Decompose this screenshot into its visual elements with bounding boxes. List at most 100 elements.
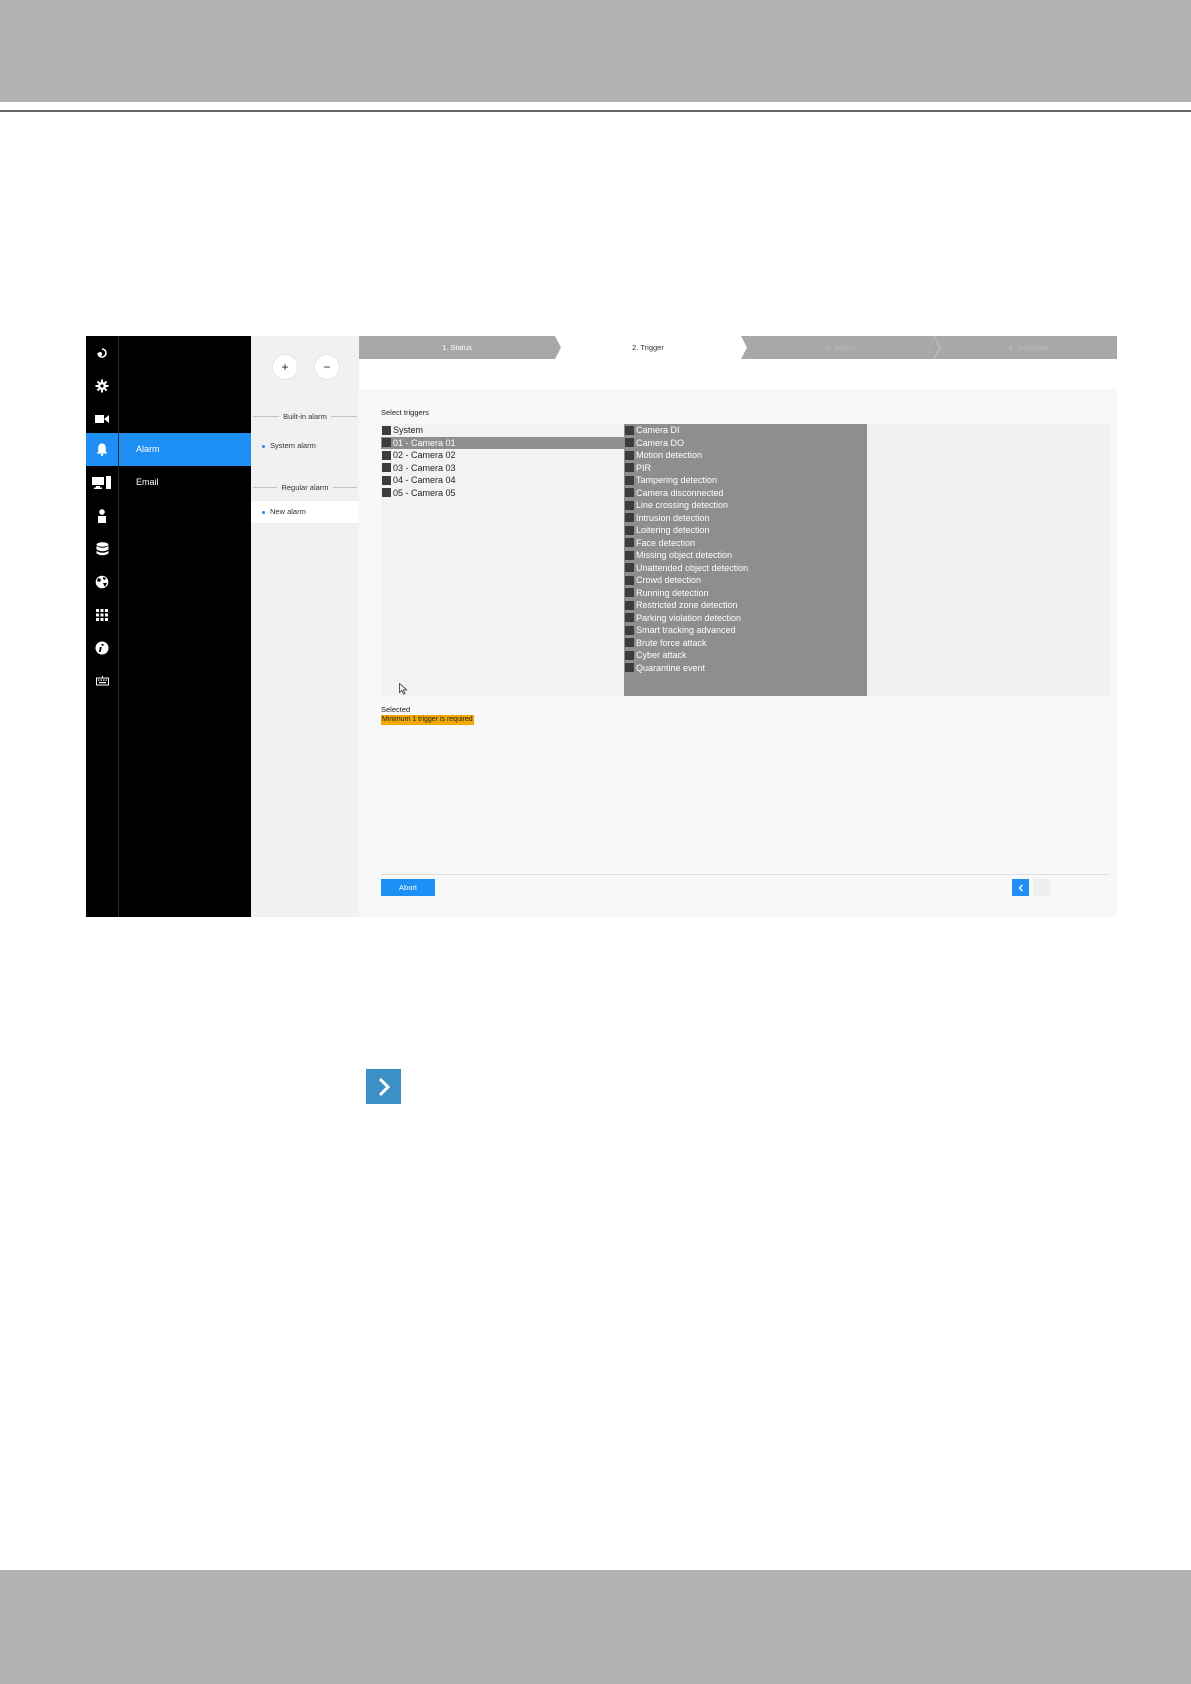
source-item-camera-04[interactable]: 04 - Camera 04 [381,474,624,486]
source-item-camera-05[interactable]: 05 - Camera 05 [381,487,624,499]
trigger-editor: 1. Status 2. Trigger 3. Action 4. Schedu… [359,336,1117,917]
event-label: Unattended object detection [636,562,749,573]
checkbox[interactable] [625,463,634,472]
bullet-icon [262,444,265,448]
logo-icon[interactable] [86,336,118,369]
checkbox[interactable] [625,550,634,560]
checkbox[interactable] [625,613,634,622]
app-screenshot: Alarm Email + − Built-in alarm System al… [86,336,1117,917]
event-item[interactable]: Loitering detection [624,524,867,536]
source-label: 05 - Camera 05 [393,487,456,498]
trigger-detail-panel [867,424,1110,696]
alarm-item-system[interactable]: System alarm [251,435,359,457]
builtin-alarm-title: Built-in alarm [283,411,327,421]
event-item[interactable]: Missing object detection [624,549,867,561]
event-item[interactable]: Camera disconnected [624,487,867,499]
monitor-icon[interactable] [86,466,118,499]
header-divider [0,110,1191,112]
checkbox[interactable] [382,475,391,485]
next-step-button[interactable] [1033,879,1050,896]
checkbox[interactable] [625,500,634,510]
checkbox[interactable] [382,450,391,460]
wizard-step-status[interactable]: 1. Status [359,336,555,359]
source-label: 02 - Camera 02 [393,450,456,460]
trigger-required-warning: Minimum 1 trigger is required [381,715,474,725]
footer-divider [381,874,1110,875]
checkbox[interactable] [382,463,391,472]
menu-item-alarm[interactable]: Alarm [119,433,251,466]
event-item[interactable]: Tampering detection [624,474,867,486]
checkbox[interactable] [625,450,634,460]
info-icon[interactable] [86,631,118,664]
event-item[interactable]: Quarantine event [624,662,867,674]
checkbox[interactable] [382,488,391,497]
event-item[interactable]: Running detection [624,587,867,599]
abort-button[interactable]: Abort [381,879,435,896]
checkbox[interactable] [625,563,634,572]
source-item-camera-02[interactable]: 02 - Camera 02 [381,449,624,461]
alarm-item-new[interactable]: New alarm [251,501,359,523]
checkbox[interactable] [625,625,634,635]
user-icon[interactable] [86,499,118,532]
event-item[interactable]: Unattended object detection [624,562,867,574]
wizard-step-trigger[interactable]: 2. Trigger [555,336,741,359]
event-item[interactable]: Smart tracking advanced [624,624,867,636]
regular-alarm-title: Regular alarm [281,482,329,492]
source-item-camera-01[interactable]: 01 - Camera 01 [381,436,624,449]
event-label: Running detection [636,587,709,598]
checkbox[interactable] [625,525,634,535]
bell-icon[interactable] [86,433,118,466]
database-icon[interactable] [86,532,118,565]
event-item[interactable]: PIR [624,462,867,474]
event-label: Camera DO [636,437,685,448]
globe-icon[interactable] [86,565,118,598]
event-item[interactable]: Face detection [624,537,867,549]
event-item[interactable]: Intrusion detection [624,512,867,524]
event-item[interactable]: Camera DO [624,437,867,449]
event-label: Camera disconnected [636,487,724,498]
wizard-steps: 1. Status 2. Trigger 3. Action 4. Schedu… [359,336,1117,359]
checkbox[interactable] [625,638,634,647]
event-label: Brute force attack [636,637,707,648]
video-camera-icon[interactable] [86,402,118,435]
checkbox[interactable] [625,650,634,660]
alarm-item-label: New alarm [270,507,306,516]
event-label: Line crossing detection [636,500,729,510]
checkbox[interactable] [382,438,391,447]
checkbox[interactable] [382,425,391,435]
checkbox[interactable] [625,663,634,672]
event-label: Quarantine event [636,662,706,673]
checkbox[interactable] [625,488,634,497]
event-item[interactable]: Parking violation detection [624,612,867,624]
event-label: PIR [636,462,652,473]
checkbox[interactable] [625,538,634,547]
checkbox[interactable] [625,475,634,485]
checkbox[interactable] [625,425,634,435]
checkbox[interactable] [625,600,634,610]
event-item[interactable]: Restricted zone detection [624,599,867,611]
gear-icon[interactable] [86,369,118,402]
event-item[interactable]: Motion detection [624,449,867,461]
remove-alarm-button[interactable]: − [314,354,340,380]
checkbox[interactable] [625,588,634,597]
alarm-item-label: System alarm [270,441,316,450]
event-item[interactable]: Brute force attack [624,637,867,649]
source-item-system[interactable]: System [381,424,624,436]
checkbox[interactable] [625,575,634,585]
checkbox[interactable] [625,438,634,447]
event-item[interactable]: Crowd detection [624,574,867,586]
wizard-step-action[interactable]: 3. Action [747,336,934,359]
menu-item-email[interactable]: Email [119,466,251,499]
event-item[interactable]: Cyber attack [624,649,867,661]
event-item[interactable]: Camera DI [624,424,867,436]
chevron-right-icon [378,1077,390,1096]
add-alarm-button[interactable]: + [272,354,298,380]
event-label: Intrusion detection [636,512,710,523]
previous-step-button[interactable] [1012,879,1029,896]
event-item[interactable]: Line crossing detection [624,499,867,511]
keyboard-icon[interactable] [86,664,118,697]
wizard-step-schedule[interactable]: 4. Schedule [940,336,1117,359]
checkbox[interactable] [625,513,634,522]
grid-icon[interactable] [86,598,118,631]
source-item-camera-03[interactable]: 03 - Camera 03 [381,462,624,474]
